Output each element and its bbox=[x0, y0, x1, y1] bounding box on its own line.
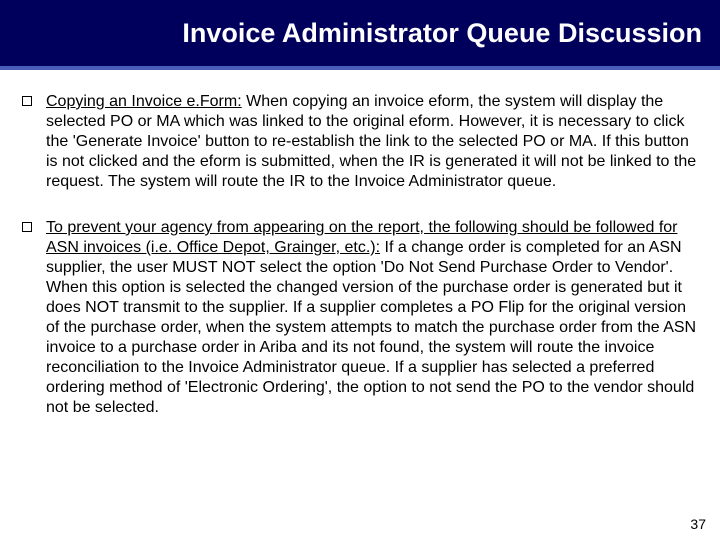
bullet-text: To prevent your agency from appearing on… bbox=[46, 218, 698, 418]
bullet-text: Copying an Invoice e.Form: When copying … bbox=[46, 92, 698, 192]
bullet-icon bbox=[22, 96, 32, 106]
page-number: 37 bbox=[690, 516, 706, 532]
body-area: Copying an Invoice e.Form: When copying … bbox=[0, 70, 720, 418]
title-bar: Invoice Administrator Queue Discussion bbox=[0, 0, 720, 70]
bullet-lead: Copying an Invoice e.Form: bbox=[46, 93, 242, 110]
slide-title: Invoice Administrator Queue Discussion bbox=[182, 18, 702, 49]
bullet-item: To prevent your agency from appearing on… bbox=[22, 218, 698, 418]
bullet-item: Copying an Invoice e.Form: When copying … bbox=[22, 92, 698, 192]
slide: Invoice Administrator Queue Discussion C… bbox=[0, 0, 720, 540]
bullet-rest: If a change order is completed for an AS… bbox=[46, 239, 696, 416]
bullet-icon bbox=[22, 222, 32, 232]
